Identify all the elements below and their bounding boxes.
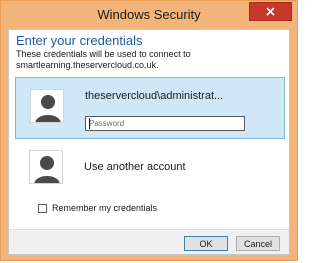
- cancel-button[interactable]: Cancel: [236, 236, 280, 251]
- user-avatar-icon: [30, 89, 64, 123]
- dialog-description: These credentials will be used to connec…: [16, 49, 191, 70]
- button-bar: OK Cancel: [9, 229, 289, 254]
- close-icon: [266, 7, 275, 16]
- remember-credentials-option[interactable]: Remember my credentials: [38, 203, 157, 213]
- title-bar[interactable]: Windows Security: [1, 1, 297, 29]
- text-caret: [89, 118, 90, 129]
- close-button[interactable]: [249, 2, 292, 21]
- use-another-account-label: Use another account: [84, 161, 186, 173]
- account-tile-selected[interactable]: theservercloud\administrat...: [15, 77, 285, 139]
- ok-button[interactable]: OK: [184, 236, 228, 251]
- dialog-body: Enter your credentials These credentials…: [8, 29, 290, 255]
- dialog-heading: Enter your credentials: [16, 33, 143, 48]
- remember-credentials-checkbox[interactable]: [38, 203, 47, 213]
- account-tile-other[interactable]: Use another account: [15, 146, 285, 188]
- windows-security-dialog: Windows Security Enter your credentials …: [0, 0, 298, 261]
- user-avatar-icon: [29, 150, 63, 184]
- remember-credentials-label: Remember my credentials: [52, 203, 158, 213]
- password-field[interactable]: [85, 116, 245, 131]
- account-name: theservercloud\administrat...: [85, 90, 224, 102]
